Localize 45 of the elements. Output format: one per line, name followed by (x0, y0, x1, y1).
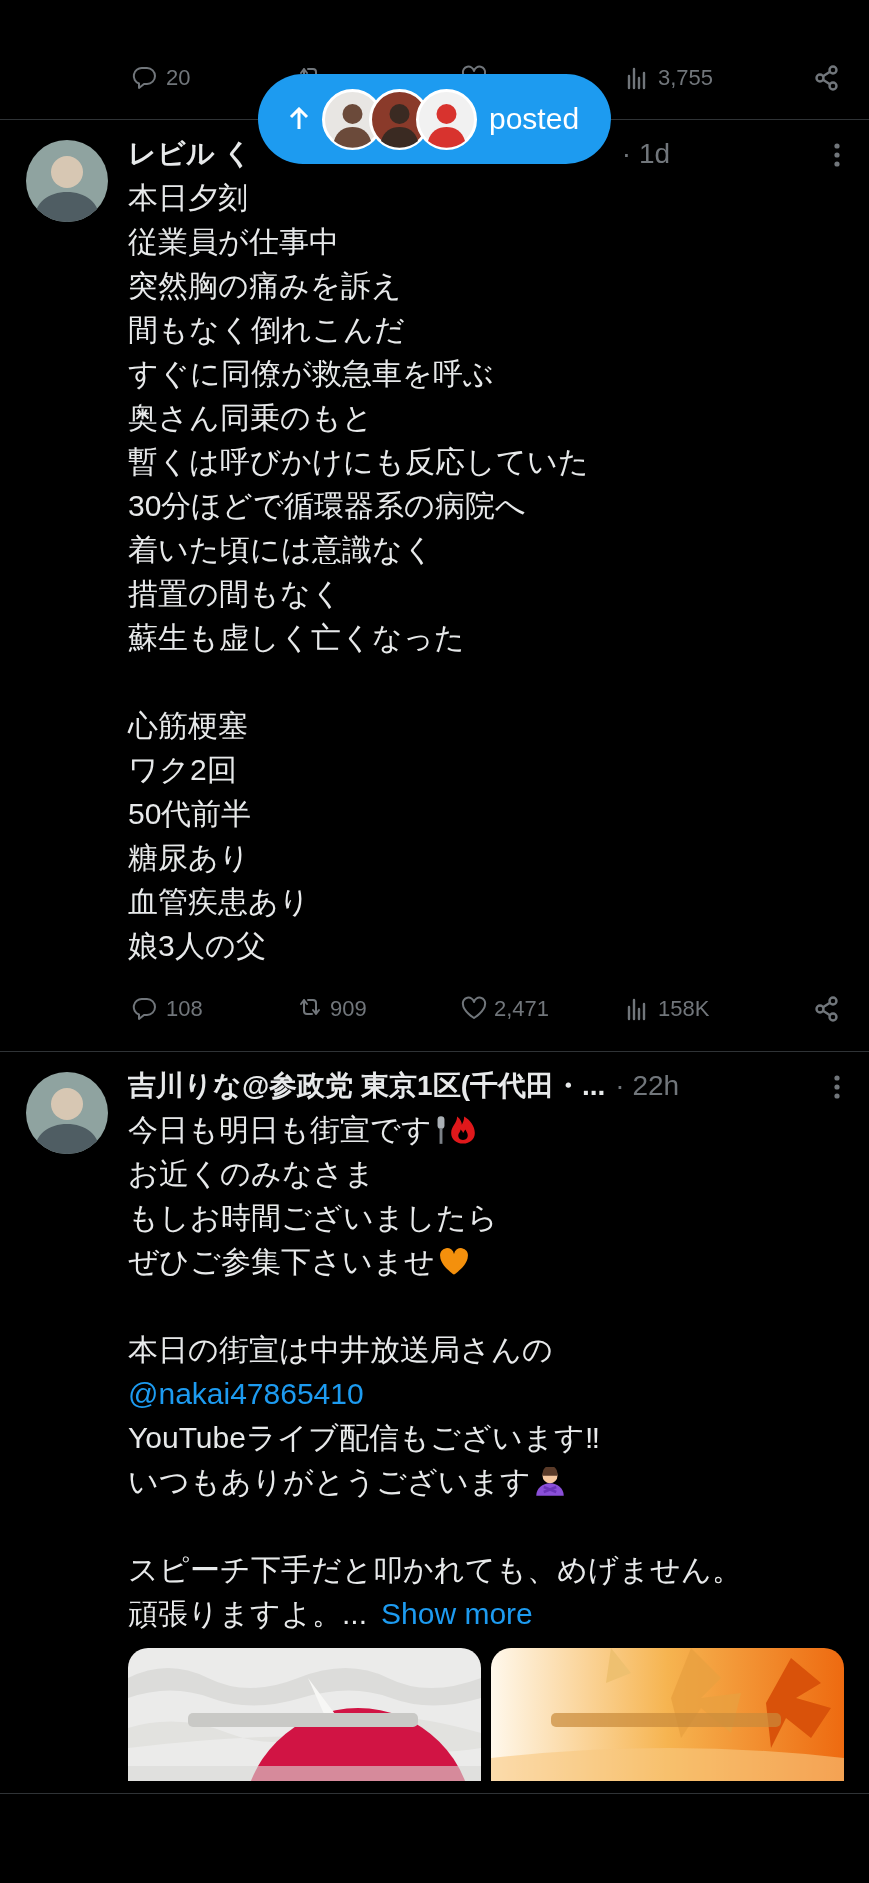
post-text-line: もしお時間ございましたら (128, 1200, 498, 1236)
action-count: 108 (166, 996, 203, 1022)
post-text-line: YouTubeライブ配信もございます‼ (128, 1420, 600, 1456)
post-text-line: 奥さん同乗のもと (128, 400, 373, 436)
microphone-icon (436, 1115, 446, 1145)
up-arrow-icon (288, 107, 310, 131)
post-text-line: 血管疾患あり (128, 884, 310, 920)
post-text-line: 今日も明日も街宣です (128, 1112, 432, 1148)
post-text-line: 従業員が仕事中 (128, 224, 339, 260)
post-text-line: ワク2回 (128, 752, 237, 788)
author-name[interactable]: レビル く (128, 135, 252, 173)
post-text-line: 着いた頃には意識なく (128, 532, 434, 568)
post-text-line: 暫くは呼びかけにも反応していた (128, 444, 589, 480)
action-count: 2,471 (494, 996, 550, 1022)
post-text-line: スピーチ下手だと叩かれても、めげません。 (128, 1552, 742, 1588)
post-text-line: 50代前半 (128, 796, 252, 832)
post-text-line: お近くのみなさま (128, 1156, 375, 1192)
action-count: 158K (658, 996, 710, 1022)
post-text-line: 頑張りますよ。... (128, 1596, 367, 1632)
post-text-line: 30分ほどで循環器系の病院へ (128, 488, 527, 524)
post-text-line: ぜひご参集下さいませ (128, 1244, 435, 1280)
post-time: · 22h (615, 1070, 680, 1102)
fire-icon (450, 1115, 476, 1145)
action-count: 20 (166, 65, 191, 91)
bowing-person-icon (535, 1467, 565, 1497)
post-text-line: 間もなく倒れこんだ (128, 312, 405, 348)
heart-icon (439, 1248, 469, 1276)
post-text-line: 本日夕刻 (128, 180, 248, 216)
post-time: · 1d (621, 138, 671, 170)
more-icon[interactable] (833, 1074, 841, 1100)
action-count: 3,755 (658, 65, 714, 91)
post-text-line: 突然胸の痛みを訴え (128, 268, 402, 304)
avatar-icon (416, 88, 477, 150)
post-text-line: 糖尿あり (128, 840, 250, 876)
post-text-line: 本日の街宣は中井放送局さんの (128, 1332, 553, 1368)
post-text-line: いつもありがとうございます (128, 1464, 531, 1500)
author-name[interactable]: 吉川りな@参政党 東京1区(千代田・... (128, 1067, 606, 1105)
post-text-line: 娘3人の父 (128, 928, 266, 964)
post-text-line: 心筋梗塞 (128, 708, 248, 744)
post-text-line: すぐに同僚が救急車を呼ぶ (128, 356, 494, 392)
action-count: 909 (330, 996, 367, 1022)
show-more-link[interactable]: Show more (381, 1592, 533, 1636)
post-text-line: 蘇生も虚しく亡くなった (128, 620, 465, 656)
mention-link[interactable]: @nakai47865410 (128, 1372, 364, 1416)
post-text-line: 措置の間もなく (128, 576, 342, 612)
